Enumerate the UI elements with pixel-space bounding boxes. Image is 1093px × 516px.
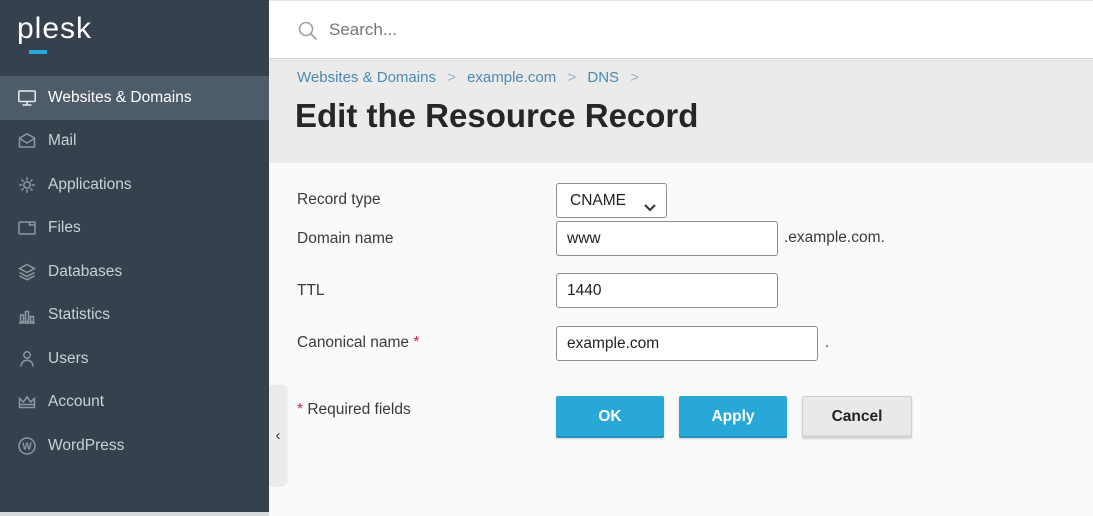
plesk-logo[interactable]: plesk: [17, 12, 92, 46]
sidebar-item-files[interactable]: Files: [0, 207, 269, 251]
sidebar-bottom-strip: [0, 512, 269, 516]
sidebar-item-account[interactable]: Account: [0, 381, 269, 425]
sidebar-item-users[interactable]: Users: [0, 337, 269, 381]
record-type-select-wrap: CNAME: [556, 183, 667, 218]
monitor-icon: [17, 88, 37, 108]
sidebar-item-label: Files: [48, 219, 81, 237]
sidebar-item-label: Statistics: [48, 306, 110, 324]
sidebar-item-label: Users: [48, 350, 88, 368]
plesk-logo-text: plesk: [17, 12, 92, 45]
apply-button[interactable]: Apply: [679, 396, 787, 438]
page-header: Websites & Domains > example.com > DNS >…: [269, 60, 1093, 163]
record-type-select[interactable]: CNAME: [556, 183, 667, 218]
mail-icon: [17, 131, 37, 151]
breadcrumb-link-example-com[interactable]: example.com: [467, 69, 556, 86]
sidebar-item-label: Websites & Domains: [48, 89, 192, 107]
sidebar-item-mail[interactable]: Mail: [0, 120, 269, 164]
record-type-label: Record type: [297, 191, 381, 209]
cancel-button[interactable]: Cancel: [802, 396, 912, 438]
search-input[interactable]: [327, 15, 967, 45]
database-layers-icon: [17, 262, 37, 282]
sidebar-item-label: Databases: [48, 263, 122, 281]
page-title: Edit the Resource Record: [295, 97, 698, 135]
required-fields-text: Required fields: [303, 401, 411, 418]
domain-name-label: Domain name: [297, 230, 394, 248]
search-bar: [269, 0, 1093, 59]
breadcrumb-separator: >: [447, 69, 456, 86]
svg-text:W: W: [22, 441, 32, 452]
user-icon: [17, 349, 37, 369]
plesk-logo-underscore: [29, 50, 47, 54]
sidebar-item-label: WordPress: [48, 437, 124, 455]
sidebar-item-statistics[interactable]: Statistics: [0, 294, 269, 338]
breadcrumb-separator: >: [567, 69, 576, 86]
sidebar-nav: Websites & Domains Mail Applications Fil…: [0, 76, 269, 468]
domain-name-input[interactable]: [556, 221, 778, 256]
bar-chart-icon: [17, 305, 37, 325]
ttl-input[interactable]: [556, 273, 778, 308]
breadcrumb-separator: >: [630, 69, 639, 86]
canonical-name-suffix: .: [825, 334, 829, 352]
domain-name-suffix: .example.com.: [784, 229, 885, 247]
sidebar-item-websites-domains[interactable]: Websites & Domains: [0, 76, 269, 120]
sidebar-item-label: Applications: [48, 176, 132, 194]
search-icon: [297, 20, 319, 42]
required-asterisk: *: [413, 334, 419, 351]
sidebar-item-databases[interactable]: Databases: [0, 250, 269, 294]
canonical-name-label: Canonical name *: [297, 334, 419, 352]
required-fields-note: * Required fields: [297, 401, 411, 419]
breadcrumb-link-websites-domains[interactable]: Websites & Domains: [297, 69, 436, 86]
sidebar-item-label: Account: [48, 393, 104, 411]
breadcrumb-link-dns[interactable]: DNS: [587, 69, 619, 86]
breadcrumb: Websites & Domains > example.com > DNS >: [297, 69, 646, 86]
chevron-left-icon: ‹: [276, 427, 281, 444]
canonical-name-label-text: Canonical name: [297, 334, 409, 351]
crown-icon: [17, 392, 37, 412]
ttl-label: TTL: [297, 282, 325, 300]
sidebar: plesk Websites & Domains Mail Applica: [0, 0, 269, 512]
wordpress-icon: W: [17, 436, 37, 456]
sidebar-item-wordpress[interactable]: W WordPress: [0, 424, 269, 468]
sidebar-item-applications[interactable]: Applications: [0, 163, 269, 207]
gear-icon: [17, 175, 37, 195]
sidebar-collapse-handle[interactable]: ‹: [269, 385, 287, 485]
canonical-name-input[interactable]: [556, 326, 818, 361]
sidebar-item-label: Mail: [48, 132, 76, 150]
plesk-app: plesk Websites & Domains Mail Applica: [0, 0, 1093, 516]
ok-button[interactable]: OK: [556, 396, 664, 438]
folder-icon: [17, 218, 37, 238]
